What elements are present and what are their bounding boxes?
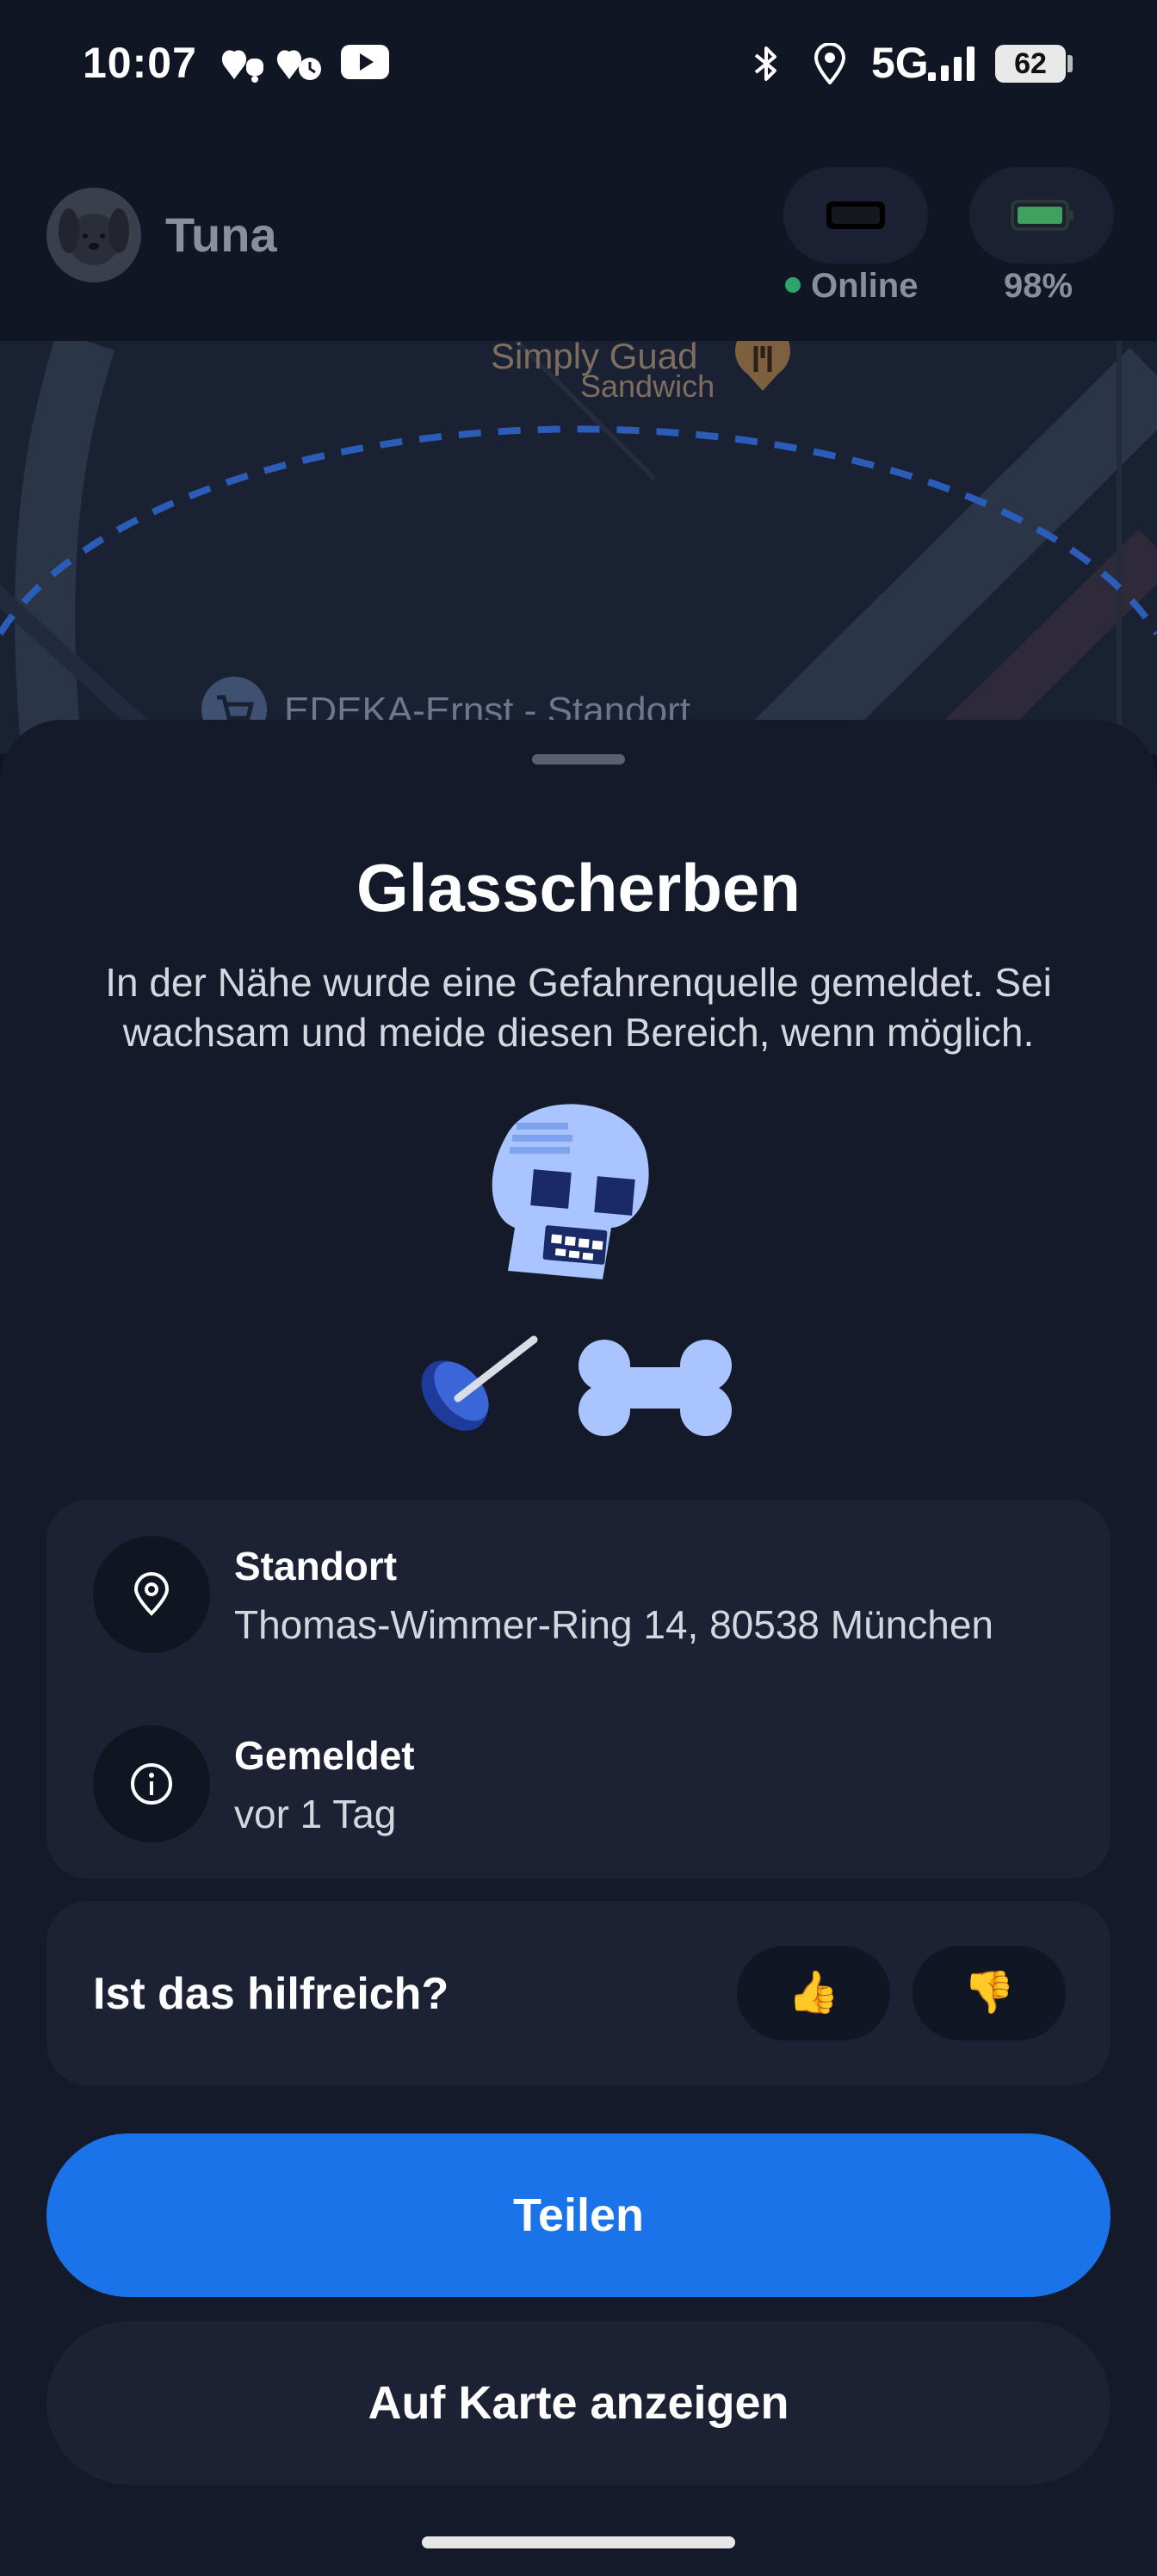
tracker-icon xyxy=(826,201,885,229)
location-pin-icon xyxy=(133,1572,170,1616)
hazard-sheet: Glasscherben In der Nähe wurde eine Gefa… xyxy=(0,720,1157,2576)
home-indicator[interactable] xyxy=(422,2536,735,2548)
info-icon-circle xyxy=(93,1725,210,1842)
skull-illustration xyxy=(421,1104,732,1436)
pet-header: Tuna Online 98% xyxy=(0,129,1157,341)
share-button[interactable]: Teilen xyxy=(46,2133,1111,2297)
status-time: 10:07 xyxy=(83,39,197,87)
tracker-status-text: Online xyxy=(811,267,919,305)
reported-row: Gemeldet vor 1 Tag xyxy=(46,1689,1111,1879)
tracker-status-label: Online xyxy=(785,267,918,306)
hazard-title: Glasscherben xyxy=(356,850,801,926)
location-value: Thomas-Wimmer-Ring 14, 80538 München xyxy=(234,1602,994,1647)
location-icon xyxy=(813,42,847,89)
pet-name: Tuna xyxy=(165,207,277,262)
feedback-card: Ist das hilfreich? 👍 👎 xyxy=(46,1901,1111,2085)
reported-value: vor 1 Tag xyxy=(234,1792,397,1836)
hazard-description: In der Nähe wurde eine Gefahrenquelle ge… xyxy=(105,960,1052,1055)
network-type: 5G xyxy=(871,39,929,87)
heart-bell-icon xyxy=(220,43,269,89)
heart-clock-icon xyxy=(275,43,324,89)
sheet-handle[interactable] xyxy=(532,754,625,765)
tracker-battery-label: 98% xyxy=(1004,267,1073,305)
avatar[interactable] xyxy=(46,188,141,282)
show-on-map-button[interactable]: Auf Karte anzeigen xyxy=(46,2321,1111,2485)
location-label: Standort xyxy=(234,1544,398,1588)
battery-tip xyxy=(1067,55,1073,72)
tracker-battery-button[interactable] xyxy=(969,167,1114,263)
reported-label: Gemeldet xyxy=(234,1733,415,1778)
youtube-icon xyxy=(341,43,389,85)
info-icon xyxy=(131,1763,172,1805)
status-bar: 10:07 5G 62 xyxy=(0,0,1157,129)
online-dot xyxy=(785,277,801,294)
tracker-status-button[interactable] xyxy=(783,167,928,263)
thumbs-down-button[interactable]: 👎 xyxy=(913,1946,1066,2040)
bluetooth-icon xyxy=(751,43,782,89)
hazard-details-card: Standort Thomas-Wimmer-Ring 14, 80538 Mü… xyxy=(46,1500,1111,1879)
battery-icon: 62 xyxy=(995,45,1066,83)
location-row[interactable]: Standort Thomas-Wimmer-Ring 14, 80538 Mü… xyxy=(46,1500,1111,1689)
feedback-question: Ist das hilfreich? xyxy=(93,1969,449,2019)
location-icon-circle xyxy=(93,1536,210,1653)
restaurant-marker-icon[interactable] xyxy=(728,341,797,393)
map-view[interactable]: Simply Guad Sandwich EDEKA-Ernst - Stand… xyxy=(0,341,1157,754)
tracker-battery-icon xyxy=(1011,200,1073,231)
map-poi-restaurant-type: Sandwich xyxy=(580,368,715,404)
signal-icon xyxy=(926,43,981,89)
thumbs-up-button[interactable]: 👍 xyxy=(737,1946,890,2040)
